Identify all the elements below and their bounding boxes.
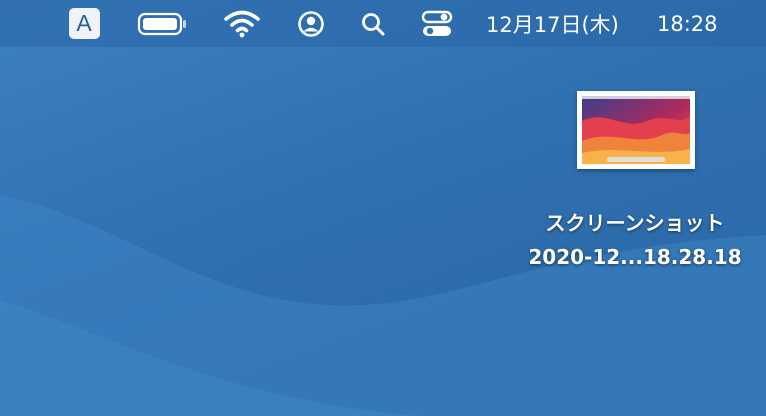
- clock-time[interactable]: 18:28: [657, 0, 731, 47]
- battery-icon: [137, 12, 186, 35]
- wifi-icon: [224, 10, 260, 37]
- control-center-button[interactable]: [420, 0, 454, 47]
- user-account-icon: [298, 10, 324, 37]
- spotlight-search-icon: [362, 12, 385, 35]
- clock-date-text: 12月17日(木): [486, 12, 619, 37]
- input-source-menu[interactable]: A: [68, 0, 100, 47]
- clock-time-text: 18:28: [657, 11, 718, 36]
- file-name-line2: 2020-12...18.28.18: [528, 245, 742, 269]
- user-menu[interactable]: [295, 0, 327, 47]
- menu-bar: A 12月17日(木) 18:28: [0, 0, 766, 47]
- screenshot-thumbnail-image: [582, 96, 690, 164]
- desktop[interactable]: A 12月17日(木) 18:28 スクリーンショット 2020-12...18…: [0, 0, 766, 416]
- control-center-icon: [421, 10, 453, 36]
- battery-menu[interactable]: [136, 0, 190, 47]
- screenshot-file-thumbnail[interactable]: [577, 91, 695, 169]
- spotlight-search-button[interactable]: [358, 0, 388, 47]
- screenshot-file-name[interactable]: スクリーンショット 2020-12...18.28.18: [500, 206, 766, 274]
- wifi-menu[interactable]: [222, 0, 262, 47]
- input-source-badge: A: [68, 8, 100, 39]
- clock-date[interactable]: 12月17日(木): [486, 0, 644, 47]
- file-name-line1: スクリーンショット: [545, 211, 725, 235]
